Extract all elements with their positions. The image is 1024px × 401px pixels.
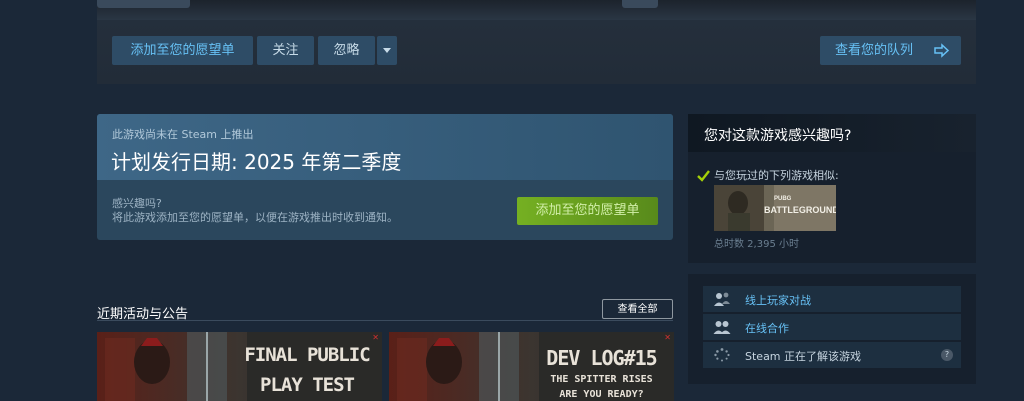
close-mark: ✕ (664, 333, 671, 342)
similar-game-thumbnail[interactable]: PUBG BATTLEGROUNDS (714, 185, 836, 231)
arrow-right-icon (934, 43, 950, 58)
feature-row-online-pvp[interactable]: 线上玩家对战 (703, 286, 961, 312)
section-divider (97, 320, 673, 321)
chevron-down-icon (383, 48, 391, 53)
feature-label: 在线合作 (745, 322, 789, 335)
game-thumbnail-title: BATTLEGROUNDS (764, 205, 836, 215)
view-queue-label: 查看您的队列 (835, 43, 914, 58)
news-card-subtitle: PLAY TEST (260, 374, 355, 396)
release-date-panel: 此游戏尚未在 Steam 上推出 计划发行日期: 2025 年第二季度 感兴趣吗… (97, 114, 673, 240)
check-icon (697, 170, 710, 182)
view-all-button[interactable]: 查看全部 (602, 299, 673, 319)
wishlist-green-button[interactable]: 添加至您的愿望单 (517, 197, 658, 225)
release-subtitle: 此游戏尚未在 Steam 上推出 (112, 128, 254, 141)
carousel-prev-tab[interactable] (97, 0, 190, 8)
multiplayer-icon (714, 292, 730, 306)
carousel-next-tab[interactable] (622, 0, 658, 8)
help-icon[interactable]: ? (941, 349, 953, 361)
news-card[interactable]: ✕ DEV LOG#15 THE SPITTER RISES ARE YOU R… (389, 332, 674, 401)
interest-panel-title: 您对这款游戏感兴趣吗? (704, 128, 852, 144)
similar-games-label: 与您玩过的下列游戏相似: (714, 169, 839, 182)
view-queue-button[interactable]: 查看您的队列 (820, 36, 961, 65)
coop-icon (713, 321, 731, 334)
news-card-title: DEV LOG#15 (546, 346, 657, 370)
news-card-title: FINAL PUBLIC (244, 344, 370, 366)
follow-button[interactable]: 关注 (257, 36, 314, 65)
game-thumbnail-logo: PUBG (774, 196, 792, 202)
feature-label: 线上玩家对战 (745, 294, 811, 307)
banner-strip (97, 0, 976, 20)
ignore-button[interactable]: 忽略 (318, 36, 375, 65)
interest-description: 将此游戏添加至您的愿望单，以便在游戏推出时收到通知。 (112, 211, 398, 224)
feature-label: Steam 正在了解该游戏 (745, 350, 862, 363)
feature-row-learning: Steam 正在了解该游戏 ? (703, 342, 961, 368)
news-card[interactable]: ✕ FINAL PUBLIC PLAY TEST (97, 332, 382, 401)
feature-row-online-coop[interactable]: 在线合作 (703, 314, 961, 340)
add-to-wishlist-button[interactable]: 添加至您的愿望单 (112, 36, 253, 65)
news-card-tagline: ARE YOU READY? (559, 389, 644, 400)
ignore-dropdown-button[interactable] (377, 36, 397, 65)
interest-panel: 您对这款游戏感兴趣吗? 与您玩过的下列游戏相似: PUBG BATTLEGROU… (688, 114, 976, 263)
playtime-hours: 总时数 2,395 小时 (714, 239, 799, 250)
loading-icon (714, 348, 730, 362)
news-card-subtitle: THE SPITTER RISES (550, 374, 653, 385)
features-panel: 线上玩家对战 在线合作 Steam 正在了解该游戏 ? (688, 274, 976, 384)
close-mark: ✕ (372, 333, 379, 342)
release-date-title: 计划发行日期: 2025 年第二季度 (111, 150, 402, 174)
